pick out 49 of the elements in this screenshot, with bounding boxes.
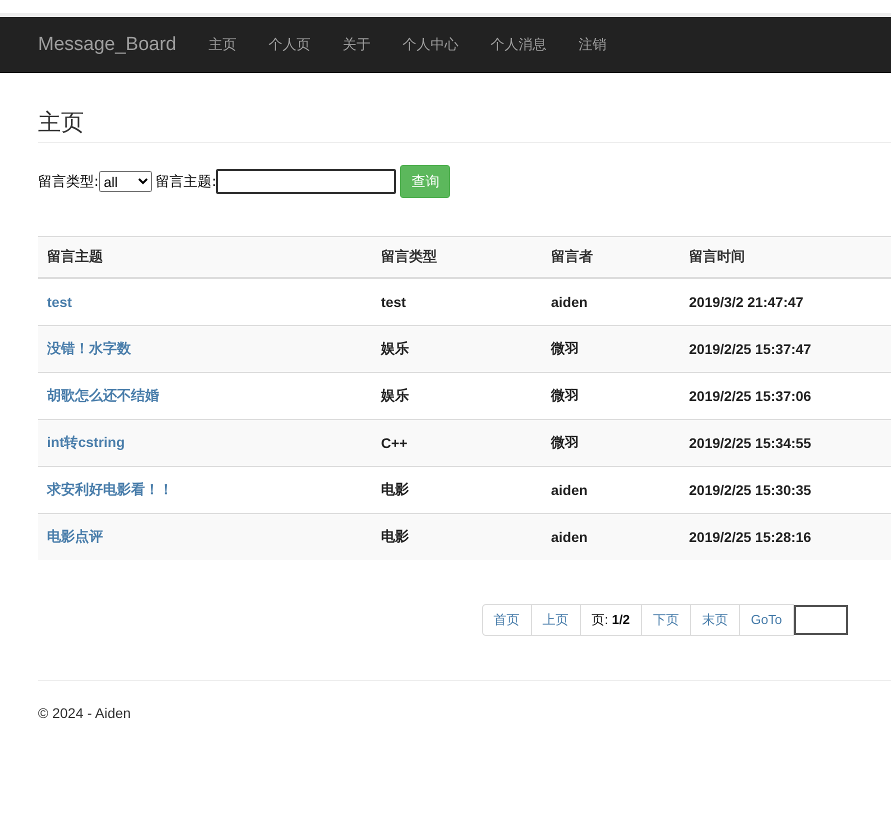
table-cell: 电影 [381, 528, 409, 544]
table-cell: test [381, 294, 406, 310]
page-indicator: 页: 1/2 [580, 604, 642, 636]
table-cell: 微羽 [551, 387, 579, 403]
pager-link[interactable]: 下页 [640, 604, 691, 636]
pager-link[interactable]: 上页 [530, 604, 581, 636]
table-cell: 2019/2/25 15:28:16 [689, 529, 812, 545]
table-cell: 微羽 [551, 340, 579, 356]
column-header: 留言类型 [372, 236, 542, 278]
nav-link[interactable]: 个人消息 [474, 36, 562, 54]
table-cell: 2019/2/25 15:30:35 [689, 482, 812, 498]
footer-text: © 2024 - Aiden [38, 705, 132, 721]
table-cell: aiden [551, 482, 588, 498]
table-cell: 2019/3/2 21:47:47 [689, 294, 804, 310]
table-cell: 2019/2/25 15:37:06 [689, 388, 812, 404]
nav-link[interactable]: 关于 [326, 36, 386, 54]
brand-link[interactable]: Message_Board [38, 34, 176, 56]
nav-link[interactable]: 主页 [192, 36, 252, 54]
table-cell: aiden [551, 294, 588, 310]
table-cell: C++ [381, 435, 408, 451]
subject-link[interactable]: 电影点评 [47, 528, 103, 544]
subject-label: 留言主题: [156, 172, 216, 190]
table-cell: 2019/2/25 15:37:47 [689, 341, 812, 357]
type-dropdown[interactable]: all [98, 171, 152, 192]
column-header: 留言主题 [38, 236, 372, 278]
table-cell: 微羽 [551, 434, 579, 450]
nav-link[interactable]: 个人中心 [386, 36, 474, 54]
table-cell: 电影 [381, 481, 409, 497]
subject-link[interactable]: test [47, 294, 72, 310]
pager-link[interactable]: 末页 [690, 604, 740, 636]
nav-link[interactable]: 注销 [562, 36, 622, 54]
pager-link[interactable]: GoTo [738, 604, 794, 636]
search-button[interactable]: 查询 [400, 165, 450, 198]
page-input[interactable] [794, 605, 848, 635]
pager-link[interactable]: 首页 [482, 604, 532, 636]
table-cell: 2019/2/25 15:34:55 [689, 435, 812, 451]
subject-link[interactable]: 没错！水字数 [47, 340, 131, 356]
subject-link[interactable]: 求安利好电影看！！ [47, 481, 173, 497]
type-label: 留言类型: [38, 172, 99, 190]
subject-link[interactable]: 胡歌怎么还不结婚 [47, 387, 159, 403]
nav-link[interactable]: 个人页 [252, 36, 326, 54]
column-header: 留言者 [542, 236, 680, 278]
subject-link[interactable]: int转cstring [47, 434, 125, 450]
table-cell: 娱乐 [381, 340, 409, 356]
page-title: 主页 [38, 107, 891, 143]
subject-field[interactable] [216, 169, 396, 194]
column-header: 留言时间 [680, 236, 891, 278]
table-cell: aiden [551, 529, 588, 545]
table-cell: 娱乐 [381, 387, 409, 403]
